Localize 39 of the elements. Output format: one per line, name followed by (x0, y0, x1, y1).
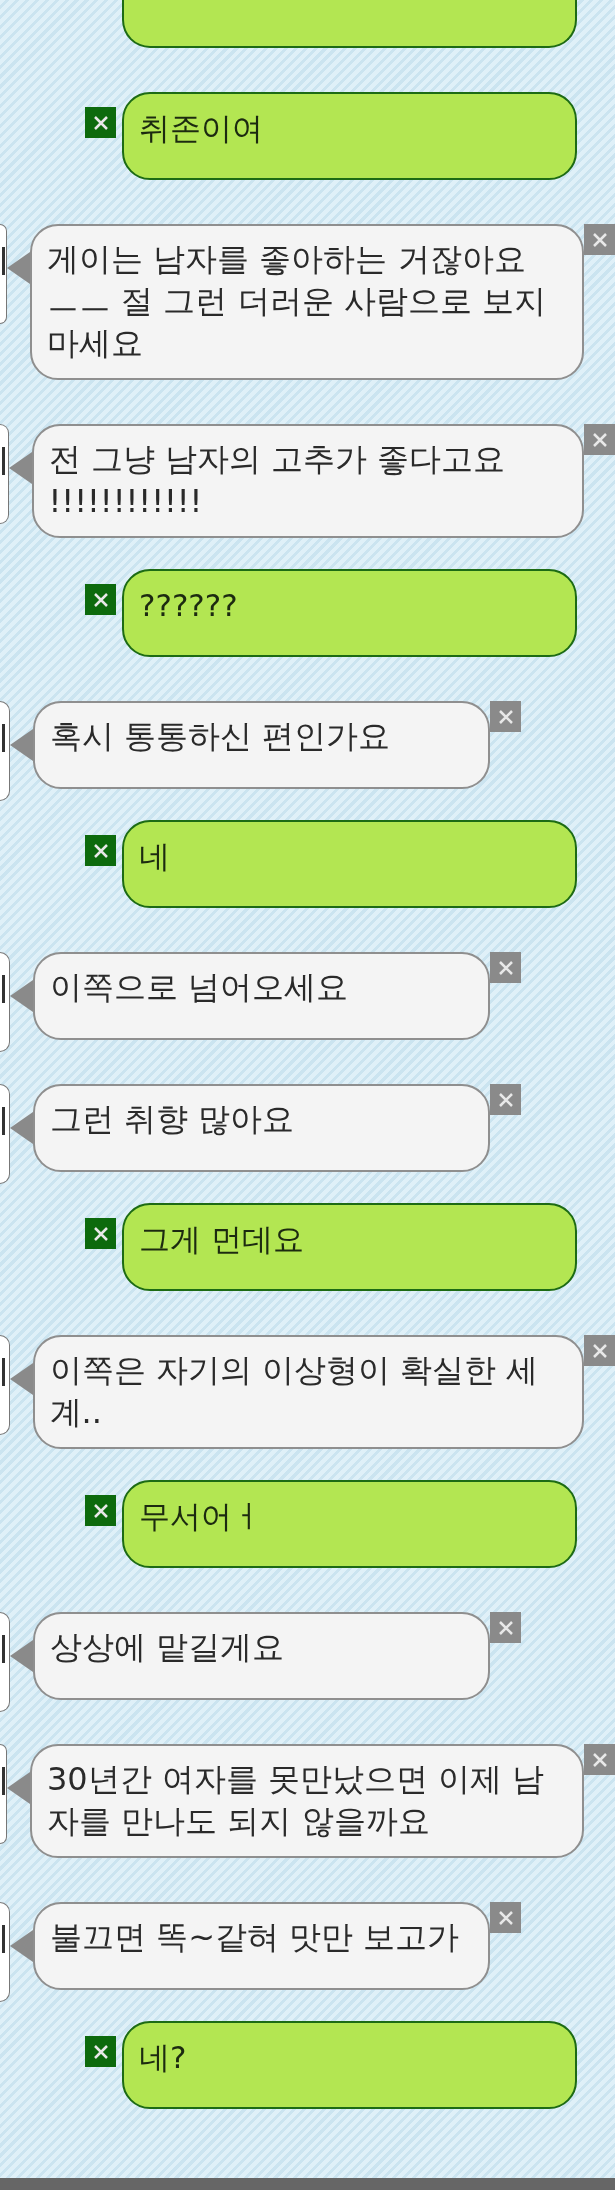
close-icon[interactable] (490, 1084, 521, 1115)
delete-icon[interactable] (85, 1495, 116, 1526)
bubble-tail (10, 1930, 33, 1962)
message-bubble: 이쪽으로 넘어오세요 (33, 952, 490, 1040)
delete-icon[interactable] (85, 1218, 116, 1249)
close-icon[interactable] (490, 701, 521, 732)
bubble-tail (10, 1112, 33, 1144)
bubble-tail (7, 252, 30, 284)
message-bubble: 상상에 맡길게요 (33, 1612, 490, 1700)
bubble-tail (10, 729, 33, 761)
close-icon[interactable] (490, 1902, 521, 1933)
bubble-tail (9, 1363, 33, 1395)
message-bubble: 네 (122, 820, 577, 908)
bubble-tail (8, 452, 32, 484)
message-bubble: 30년간 여자를 못만났으면 이제 남자를 만나도 되지 않을까요 (30, 1744, 584, 1858)
message-bubble: 이쪽은 자기의 이상형이 확실한 세계.. (32, 1335, 584, 1449)
message-bubble: ?????? (122, 569, 577, 657)
close-icon[interactable] (490, 1612, 521, 1643)
close-icon[interactable] (584, 1744, 615, 1775)
message-bubble: 그게 먼데요 (122, 1203, 577, 1291)
message-bubble: 불끄면 똑~같혀 맛만 보고가 (33, 1902, 490, 1990)
delete-icon[interactable] (85, 2036, 116, 2067)
message-bubble: 전 그냥 남자의 고추가 좋다고요 !!!!!!!!!!!! (31, 424, 584, 538)
delete-icon[interactable] (85, 107, 116, 138)
bubble-tail (10, 980, 33, 1012)
close-icon[interactable] (490, 952, 521, 983)
bubble-tail (10, 1640, 33, 1672)
message-bubble: 그런 취향 많아요 (33, 1084, 490, 1172)
delete-icon[interactable] (85, 835, 116, 866)
close-icon[interactable] (584, 224, 615, 255)
bubble-tail (7, 1772, 30, 1804)
message-bubble: 취존이여 (122, 92, 577, 180)
message-bubble: 게이는 남자를 좋아하는 거잖아요 ㅡㅡ 절 그런 더러운 사람으로 보지마세요 (30, 224, 584, 380)
delete-icon[interactable] (85, 584, 116, 615)
close-icon[interactable] (584, 424, 615, 455)
message-bubble: 혹시 통통하신 편인가요 (33, 701, 490, 789)
message-bubble: 무서어ㅓ (122, 1480, 577, 1568)
message-bubble: 네? (122, 2021, 577, 2109)
close-icon[interactable] (584, 1335, 615, 1366)
